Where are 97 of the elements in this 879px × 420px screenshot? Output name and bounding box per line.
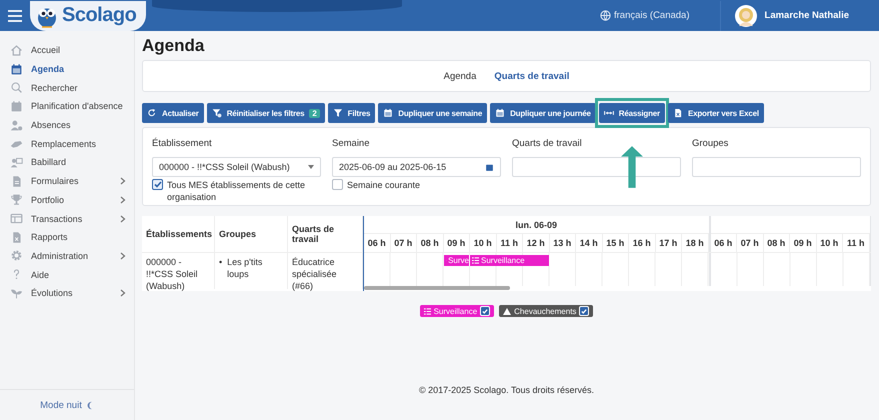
person-icon [10, 118, 23, 132]
hour-header: 09 h [790, 234, 816, 252]
hour-header: 11 h [496, 234, 523, 252]
hour-header: 06 h [710, 234, 737, 252]
hour-header: 12 h [523, 234, 550, 252]
hour-header: 08 h [764, 234, 790, 252]
count-badge: 2 [309, 108, 320, 118]
hour-header: 16 h [629, 234, 656, 252]
sidebar-item[interactable]: Transactions [0, 209, 134, 228]
hour-header: 08 h [417, 234, 444, 252]
sidebar-item[interactable]: Agenda [0, 60, 134, 78]
sidebar-item[interactable]: Évolutions [0, 284, 134, 303]
select-field[interactable]: 000000 - !!*CSS Soleil (Wabush) [152, 157, 321, 177]
brand-name: Scolago [62, 4, 136, 27]
toolbar-button[interactable]: Dupliquer une journée [490, 103, 596, 123]
swap-arrows-icon [604, 108, 614, 118]
toolbar-button[interactable]: Réinitialiser les filtres 2 [206, 103, 325, 123]
field-label: Établissement [152, 138, 213, 149]
sidebar-item[interactable]: Babillard [0, 153, 134, 172]
hour-header: 18 h [682, 234, 708, 252]
sidebar-item[interactable]: Aide [0, 265, 134, 284]
sidebar-item[interactable]: Absences [0, 116, 134, 134]
chevron-icon [120, 214, 126, 223]
avatar[interactable] [734, 4, 757, 26]
hour-header: 17 h [656, 234, 682, 252]
toolbar-button[interactable]: Réassigner [598, 103, 665, 123]
hour-header: 11 h [843, 234, 870, 252]
filter-icon [332, 108, 343, 118]
input-field[interactable] [692, 157, 861, 177]
column-header: Établissements [142, 216, 215, 252]
column-header: Quarts de travail [288, 216, 363, 252]
hour-header: 10 h [816, 234, 843, 252]
hour-header: 06 h [364, 234, 390, 252]
column-header: Groupes [215, 216, 288, 252]
user-name[interactable]: Lamarche Nathalie [764, 10, 849, 21]
checkbox-label: Tous MES établissements de cette organisation [167, 179, 306, 203]
hour-header: 07 h [390, 234, 417, 252]
warning-icon [503, 308, 512, 314]
spreadsheet-icon [672, 108, 683, 118]
hour-header: 13 h [550, 234, 576, 252]
trophy-icon [10, 193, 23, 206]
sidebar-item[interactable]: Planification d'absence [0, 97, 134, 116]
table-icon [10, 212, 23, 226]
toolbar-button[interactable]: Actualiser [142, 103, 204, 123]
page-title: Agenda [142, 36, 206, 56]
dropdown-caret-icon [308, 165, 314, 169]
sidebar-item[interactable]: Remplacements [0, 134, 134, 154]
input-field[interactable] [512, 157, 681, 177]
field-label: Groupes [692, 138, 730, 149]
tab[interactable]: Agenda [444, 70, 476, 82]
sprout-icon [10, 286, 23, 300]
home-icon [10, 44, 23, 57]
chevron-icon [120, 252, 126, 260]
chevron-icon [120, 196, 126, 204]
toolbar-button[interactable]: Exporter vers Excel [668, 103, 764, 123]
sidebar-item[interactable]: Formulaires [0, 172, 134, 190]
globe-icon [600, 10, 611, 21]
legend-chip[interactable]: Surveillance [420, 305, 494, 317]
sidebar-item[interactable]: Administration [0, 246, 134, 266]
person-board-icon [10, 156, 23, 169]
scrollbar-thumb[interactable] [364, 286, 510, 290]
sidebar-item[interactable]: Accueil [0, 41, 134, 60]
refresh-icon [147, 108, 157, 118]
hour-header: 15 h [602, 234, 629, 252]
legend-chip[interactable]: Chevauchements [499, 305, 594, 317]
checkbox-label: Semaine courante [347, 179, 420, 191]
shift-event[interactable]: Surveillance [470, 255, 550, 266]
night-mode-toggle[interactable]: Mode nuit [40, 400, 94, 410]
chevron-icon [120, 289, 126, 298]
checkbox[interactable] [332, 179, 343, 190]
language-selector[interactable]: français (Canada) [600, 10, 690, 21]
tab[interactable]: Quarts de travail [494, 70, 570, 82]
day-header: lun. 06-09 [515, 220, 557, 230]
hour-header: 09 h [444, 234, 470, 252]
toolbar-button[interactable]: Filtres [328, 103, 376, 123]
sidebar-item[interactable]: Portfolio [0, 190, 134, 210]
date-field[interactable]: 2025-06-09 au 2025-06-15 [332, 157, 501, 177]
checkbox[interactable] [152, 179, 163, 190]
table-cell: 000000 - !!*CSS Soleil (Wabush) [142, 253, 215, 289]
field-label: Semaine [332, 138, 370, 149]
filter-icon [212, 108, 222, 118]
sidebar-item[interactable]: Rechercher [0, 78, 134, 98]
chevron-icon [120, 177, 126, 186]
table-cell: Éducatrice spécialisée (#66) [288, 253, 363, 289]
toolbar-button[interactable]: Dupliquer une semaine [378, 103, 488, 123]
moon-icon [86, 400, 94, 410]
hour-header: 07 h [737, 234, 764, 252]
hour-header: 14 h [576, 234, 602, 252]
gear-icon [10, 249, 23, 262]
search-icon [10, 81, 23, 94]
copyright-text: © 2017-2025 Scolago. Tous droits réservés. [418, 385, 596, 395]
shift-event[interactable]: Surve [444, 255, 470, 266]
group-item: Les p'tits loups [227, 256, 264, 280]
sidebar-item[interactable]: Rapports [0, 228, 134, 247]
hour-header: 10 h [470, 234, 496, 252]
list-bullet: • [219, 256, 222, 268]
field-label: Quarts de travail [512, 138, 583, 149]
